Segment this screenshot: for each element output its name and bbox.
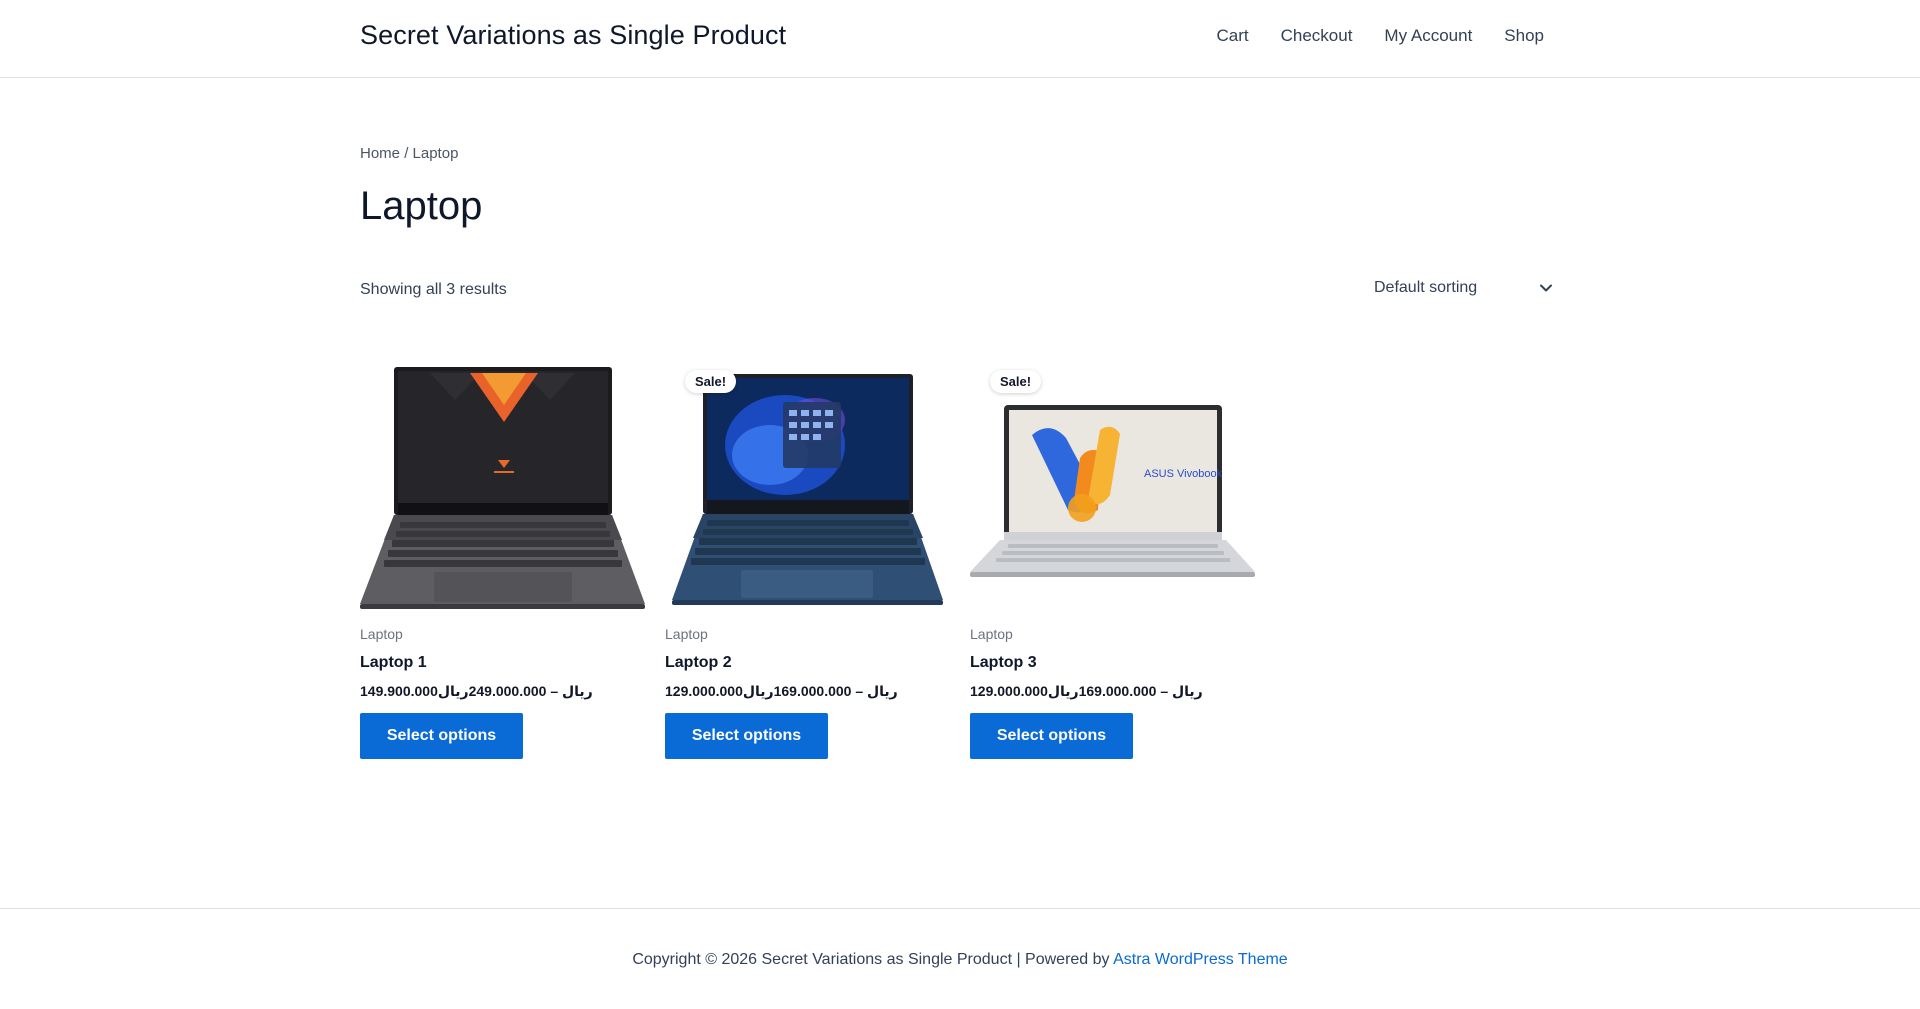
nav-item-checkout[interactable]: Checkout — [1281, 26, 1353, 46]
footer-copyright-text: Copyright © 2026 Secret Variations as Si… — [632, 951, 1110, 968]
laptop-image-blue — [672, 374, 943, 605]
chevron-down-icon — [1538, 280, 1554, 296]
main-navigation: Cart Checkout My Account Shop — [1216, 26, 1544, 46]
product-category[interactable]: Laptop — [665, 626, 950, 642]
product-card: Sale! ASUS Vivobook Laptop Laptop 3 129.… — [970, 360, 1255, 759]
breadcrumb-current: Laptop — [412, 145, 459, 162]
nav-item-cart[interactable]: Cart — [1216, 26, 1248, 46]
product-title[interactable]: Laptop 1 — [360, 654, 645, 672]
sale-badge: Sale! — [990, 370, 1042, 393]
sale-badge: Sale! — [685, 370, 737, 393]
product-image-link[interactable]: Sale! — [665, 360, 950, 615]
result-count: Showing all 3 results — [360, 281, 507, 298]
select-options-button[interactable]: Select options — [360, 713, 523, 759]
product-price: 129.000.000ریال – 169.000.000ریال — [970, 683, 1203, 699]
product-price: 129.000.000ریال – 169.000.000ریال — [665, 683, 898, 699]
sorting-select-value: Default sorting — [1374, 279, 1478, 296]
site-header: Secret Variations as Single Product Cart… — [0, 0, 1920, 78]
page-title: Laptop — [360, 184, 483, 228]
site-title[interactable]: Secret Variations as Single Product — [360, 20, 786, 51]
laptop-image-silver: ASUS Vivobook — [970, 405, 1255, 577]
site-footer: Copyright © 2026 Secret Variations as Si… — [0, 908, 1920, 1009]
sorting-select[interactable]: Default sorting — [1364, 270, 1564, 306]
screen-brand-text: ASUS Vivobook — [1144, 468, 1223, 480]
nav-item-shop[interactable]: Shop — [1504, 26, 1544, 46]
product-price: 149.900.000ریال – 249.000.000ریال — [360, 683, 593, 699]
footer-theme-link[interactable]: Astra WordPress Theme — [1113, 951, 1288, 968]
nav-item-my-account[interactable]: My Account — [1384, 26, 1472, 46]
breadcrumb-separator: / — [404, 145, 409, 162]
product-title[interactable]: Laptop 2 — [665, 654, 950, 672]
footer-copyright: Copyright © 2026 Secret Variations as Si… — [0, 951, 1920, 969]
product-image-link[interactable] — [360, 360, 645, 615]
product-title[interactable]: Laptop 3 — [970, 654, 1255, 672]
breadcrumb-home-link[interactable]: Home — [360, 145, 400, 162]
product-category[interactable]: Laptop — [970, 626, 1255, 642]
laptop-image-dark-gray — [360, 367, 645, 609]
select-options-button[interactable]: Select options — [970, 713, 1133, 759]
product-image-link[interactable]: Sale! ASUS Vivobook — [970, 360, 1255, 615]
product-card: Laptop Laptop 1 149.900.000ریال – 249.00… — [360, 360, 645, 759]
product-category[interactable]: Laptop — [360, 626, 645, 642]
breadcrumb: Home / Laptop — [360, 145, 458, 162]
product-card: Sale! Laptop Laptop 2 129.000.000ریال – … — [665, 360, 950, 759]
select-options-button[interactable]: Select options — [665, 713, 828, 759]
